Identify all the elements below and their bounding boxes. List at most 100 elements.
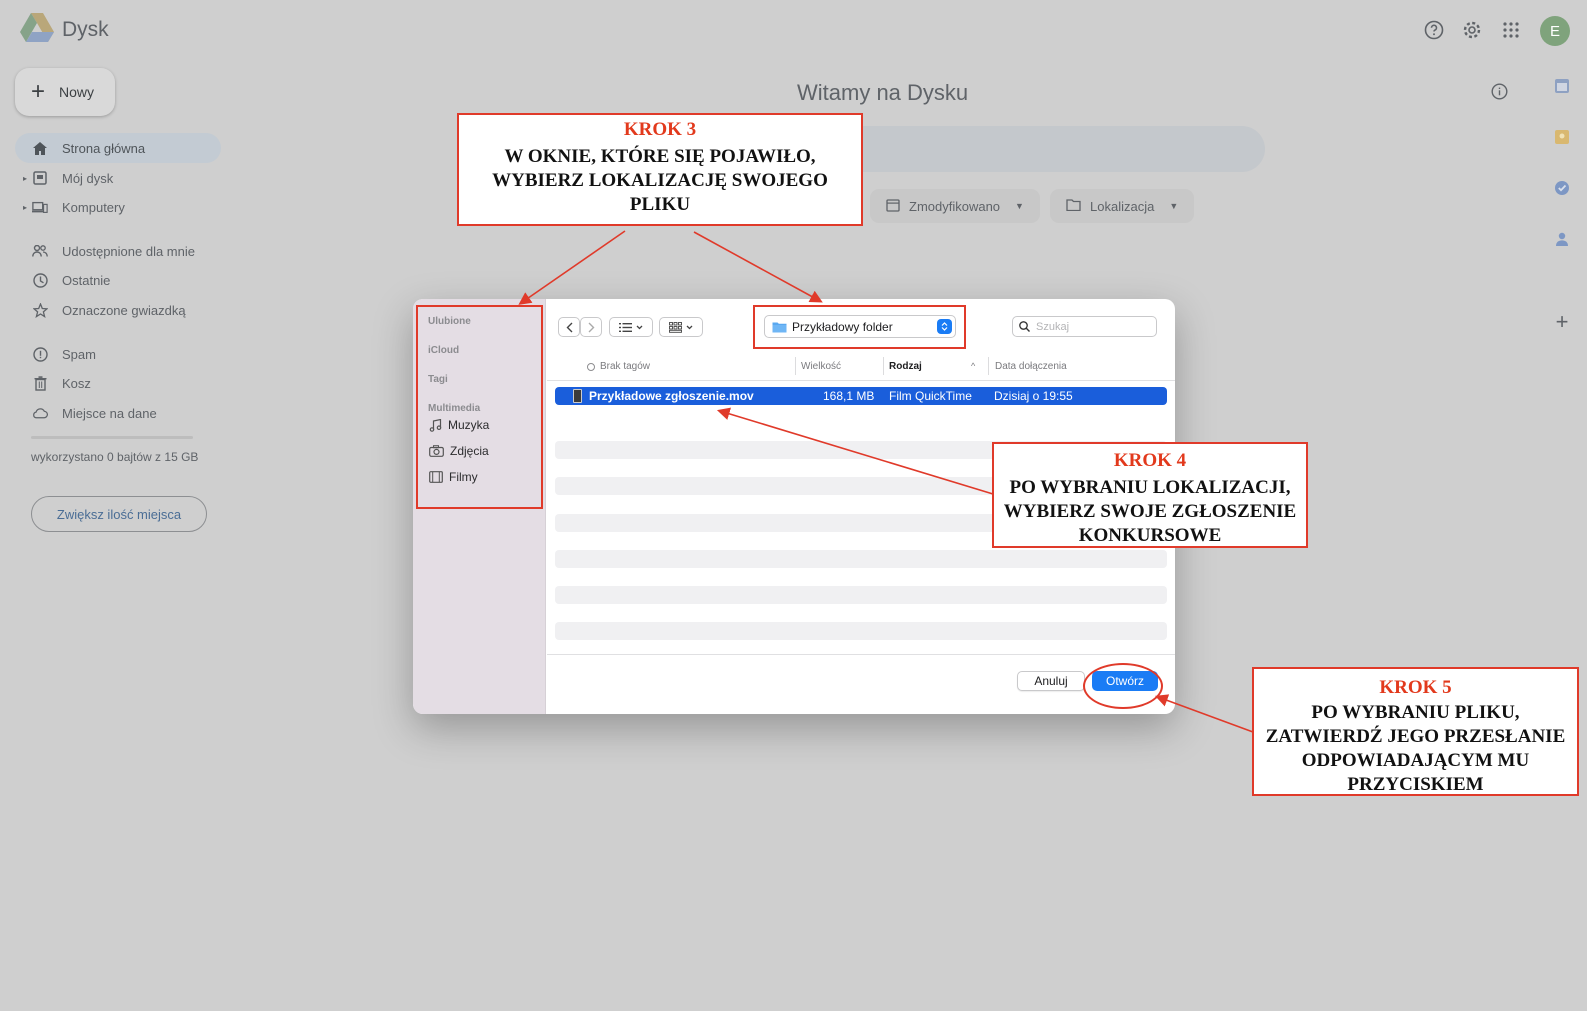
sidebar-item-home[interactable]: Strona główna (15, 133, 221, 163)
trash-icon (32, 375, 48, 391)
forward-button[interactable] (580, 317, 602, 337)
sidebar-item-label: Komputery (62, 199, 125, 215)
drive-logo-icon[interactable] (20, 13, 54, 45)
clock-icon (32, 272, 48, 288)
sidebar-item-label: Miejsce na dane (62, 405, 157, 421)
search-input[interactable]: Szukaj (1012, 316, 1157, 337)
filter-location-chip[interactable]: Lokalizacja ▼ (1050, 189, 1195, 223)
tasks-app-icon[interactable] (1552, 178, 1572, 198)
list-view-button[interactable] (609, 317, 653, 337)
calendar-app-icon[interactable] (1552, 76, 1572, 96)
apps-grid-icon[interactable] (1499, 18, 1523, 42)
callout-text: PO WYBRANIU PLIKU, ZATWIERDŹ JEGO PRZESŁ… (1265, 702, 1566, 795)
empty-row (555, 622, 1167, 640)
callout-title: KROK 3 (623, 119, 697, 140)
arrow-step3-sidebar (518, 230, 626, 305)
plus-icon: + (31, 78, 46, 105)
callout-step-5: KROK 5 PO WYBRANIU PLIKU, ZATWIERDŹ JEGO… (1252, 667, 1579, 796)
new-button[interactable]: + Nowy (15, 68, 115, 116)
open-button-highlight (1083, 663, 1163, 709)
empty-row (555, 586, 1167, 604)
spam-icon (32, 346, 48, 362)
grid-icon (669, 321, 682, 333)
expand-caret-icon[interactable]: ▸ (23, 203, 27, 212)
dropdown-arrow-icon: ▼ (1169, 201, 1179, 211)
sidebar-item-shared[interactable]: Udostępnione dla mnie (15, 236, 221, 266)
column-label: Brak tagów (600, 361, 651, 372)
folder-icon (1066, 198, 1081, 214)
sidebar-item-trash[interactable]: Kosz (15, 368, 221, 398)
chevron-right-icon (588, 322, 594, 332)
callout-step-4: KROK 4 PO WYBRANIU LOKALIZACJI, WYBIERZ … (992, 442, 1308, 548)
sidebar-item-my-drive[interactable]: ▸ Mój dysk (15, 163, 221, 193)
info-icon[interactable] (1491, 83, 1508, 105)
sidebar-item-starred[interactable]: Oznaczone gwiazdką (15, 295, 221, 325)
sidebar-item-label: Udostępnione dla mnie (62, 243, 195, 259)
file-size: 168,1 MB (823, 389, 875, 403)
new-button-label: Nowy (59, 84, 95, 100)
back-button[interactable] (558, 317, 580, 337)
sidebar-item-recent[interactable]: Ostatnie (15, 265, 221, 295)
chevron-down-icon (686, 325, 693, 329)
computer-icon (32, 199, 48, 215)
settings-icon[interactable] (1460, 18, 1484, 42)
expand-caret-icon[interactable]: ▸ (23, 174, 27, 183)
column-divider (795, 357, 796, 375)
dropdown-arrow-icon: ▼ (1015, 201, 1024, 211)
grid-view-button[interactable] (659, 317, 703, 337)
storage-usage-text: wykorzystano 0 bajtów z 15 GB (31, 450, 199, 464)
keep-app-icon[interactable] (1552, 127, 1572, 147)
sidebar-item-computers[interactable]: ▸ Komputery (15, 192, 221, 222)
callout-text: PO WYBRANIU LOKALIZACJI, WYBIERZ SWOJE Z… (1003, 477, 1297, 546)
page-title: Witamy na Dysku (797, 80, 969, 105)
calendar-icon (886, 198, 900, 215)
avatar[interactable]: E (1540, 16, 1570, 46)
sort-ascending-icon: ^ (971, 361, 976, 371)
sidebar-item-label: Oznaczone gwiazdką (62, 302, 186, 318)
file-row-selected[interactable]: Przykładowe zgłoszenie.mov 168,1 MB Film… (555, 387, 1167, 405)
column-header-size[interactable]: Wielkość (801, 361, 841, 372)
sidebar-item-spam[interactable]: Spam (15, 339, 221, 369)
shared-icon (32, 243, 48, 259)
help-icon[interactable] (1422, 18, 1446, 42)
filter-modified-chip[interactable]: Zmodyfikowano ▼ (870, 189, 1040, 223)
tag-circle-icon (587, 362, 595, 371)
sidebar-item-label: Kosz (62, 375, 91, 391)
callout-title: KROK 4 (1113, 450, 1187, 471)
search-placeholder: Szukaj (1036, 320, 1070, 333)
chip-label: Lokalizacja (1090, 198, 1155, 214)
footer-divider (547, 654, 1175, 655)
cancel-button[interactable]: Anuluj (1017, 671, 1085, 691)
arrow-step3-folder (693, 231, 823, 303)
column-header-kind[interactable]: Rodzaj (889, 361, 922, 372)
header-divider (547, 380, 1175, 381)
add-app-icon[interactable]: + (1552, 309, 1572, 334)
folder-highlight-box (753, 305, 966, 349)
storage-usage-bar (31, 436, 193, 439)
empty-row (555, 550, 1167, 568)
get-more-storage-button[interactable]: Zwiększ ilość miejsca (31, 496, 207, 532)
sidebar-item-storage[interactable]: Miejsce na dane (15, 398, 221, 428)
cloud-icon (32, 405, 48, 421)
callout-title: KROK 5 (1379, 677, 1452, 698)
sidebar-highlight-box (416, 305, 543, 509)
column-divider (883, 357, 884, 375)
file-kind: Film QuickTime (889, 389, 972, 403)
search-input[interactable] (860, 126, 1265, 172)
home-icon (32, 140, 48, 156)
sidebar-item-label: Ostatnie (62, 272, 111, 288)
chevron-down-icon (636, 325, 643, 329)
file-name: Przykładowe zgłoszenie.mov (589, 389, 754, 403)
chip-label: Zmodyfikowano (909, 198, 1001, 214)
sidebar-item-label: Mój dysk (62, 170, 114, 186)
list-icon (619, 322, 632, 332)
sidebar-item-label: Spam (62, 346, 96, 362)
search-icon (1019, 321, 1030, 332)
callout-text: W OKNIE, KTÓRE SIĘ POJAWIŁO, WYBIERZ LOK… (492, 146, 828, 215)
callout-step-3: KROK 3 W OKNIE, KTÓRE SIĘ POJAWIŁO, WYBI… (457, 113, 863, 226)
column-header-tags[interactable]: Brak tagów (587, 361, 650, 372)
contacts-app-icon[interactable] (1552, 229, 1572, 249)
file-date: Dzisiaj o 19:55 (994, 389, 1073, 403)
star-icon (32, 302, 48, 318)
column-header-date[interactable]: Data dołączenia (995, 361, 1067, 372)
